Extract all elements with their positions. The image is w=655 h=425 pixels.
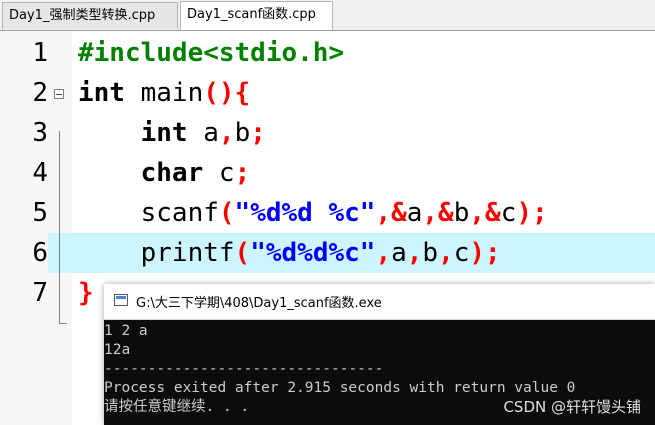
code-token: #include<stdio.h> (78, 38, 345, 68)
code-token: b (234, 118, 251, 148)
code-token: } (78, 278, 94, 308)
code-token: ( (234, 238, 251, 268)
code-token: , (218, 118, 235, 148)
code-token: ( (218, 198, 235, 228)
code-token: ; (250, 118, 266, 148)
line-number: 7 (32, 278, 48, 308)
console-app-icon (114, 294, 128, 306)
code-token: ,& (469, 198, 501, 228)
code-line[interactable]: 4 char c; (0, 153, 655, 193)
code-line[interactable]: 3 int a,b; (0, 113, 655, 153)
code-token: ); (469, 238, 501, 268)
watermark: CSDN @轩轩馒头铺 (503, 398, 641, 416)
code-text: int main(){ (78, 73, 250, 113)
line-number: 5 (32, 198, 48, 228)
line-number: 1 (32, 38, 48, 68)
code-text: printf("%d%d%c",a,b,c); (78, 233, 501, 273)
code-token: ); (516, 198, 548, 228)
line-number: 6 (0, 233, 48, 273)
code-token: c (500, 198, 517, 228)
code-token: a (406, 198, 423, 228)
code-token: int (140, 118, 188, 148)
code-token: int (78, 78, 125, 108)
code-token: ,& (422, 198, 454, 228)
code-token: (){ (203, 78, 251, 108)
code-token: "%d%d %c" (234, 198, 376, 228)
code-token: c (203, 158, 235, 188)
code-text: char c; (78, 153, 251, 193)
line-number: 2 (32, 78, 48, 108)
code-line[interactable]: 1 #include<stdio.h> (0, 33, 655, 73)
console-line: 请按任意键继续. . . (104, 399, 250, 415)
code-token: main (124, 78, 204, 108)
code-token: a (391, 238, 407, 268)
code-line[interactable]: 6 printf("%d%d%c",a,b,c); (0, 233, 655, 273)
tab-day1-type-conversion[interactable]: Day1_强制类型转换.cpp (2, 2, 178, 29)
code-token: char (140, 158, 204, 188)
fold-guide-end (59, 323, 67, 324)
code-token: scanf (78, 198, 219, 228)
code-token: b (453, 198, 470, 228)
code-text: #include<stdio.h> (78, 33, 344, 73)
file-tab-bar: Day1_强制类型转换.cpp Day1_scanf函数.cpp (0, 0, 655, 31)
line-number: 4 (32, 158, 48, 188)
console-line: 1 2 a (104, 323, 148, 339)
code-token: b (422, 238, 439, 268)
code-text: int a,b; (78, 113, 266, 153)
code-token: printf (78, 238, 235, 268)
code-token: , (406, 238, 423, 268)
console-title: G:\大三下学期\408\Day1_scanf函数.exe (136, 296, 382, 311)
code-token: , (375, 238, 392, 268)
code-text: } (78, 273, 94, 313)
code-token: , (438, 238, 454, 268)
fold-minus-icon[interactable] (54, 89, 64, 99)
code-line[interactable]: 5 scanf("%d%d %c",&a,&b,&c); (0, 193, 655, 233)
code-line[interactable]: 2 int main(){ (0, 73, 655, 113)
line-number: 3 (32, 118, 48, 148)
code-token: c (453, 238, 470, 268)
console-line: 12a (104, 342, 131, 358)
code-text: scanf("%d%d %c",&a,&b,&c); (78, 193, 548, 233)
code-token: ; (234, 158, 251, 188)
console-line: Process exited after 2.915 seconds with … (104, 380, 576, 396)
code-token: "%d%d%c" (250, 238, 376, 268)
code-token: a (187, 118, 219, 148)
code-token: ,& (375, 198, 407, 228)
tab-day1-scanf[interactable]: Day1_scanf函数.cpp (180, 1, 333, 30)
fold-guide-line (59, 131, 60, 323)
console-titlebar[interactable]: G:\大三下学期\408\Day1_scanf函数.exe (104, 284, 655, 320)
console-line: -------------------------------- (104, 361, 384, 377)
